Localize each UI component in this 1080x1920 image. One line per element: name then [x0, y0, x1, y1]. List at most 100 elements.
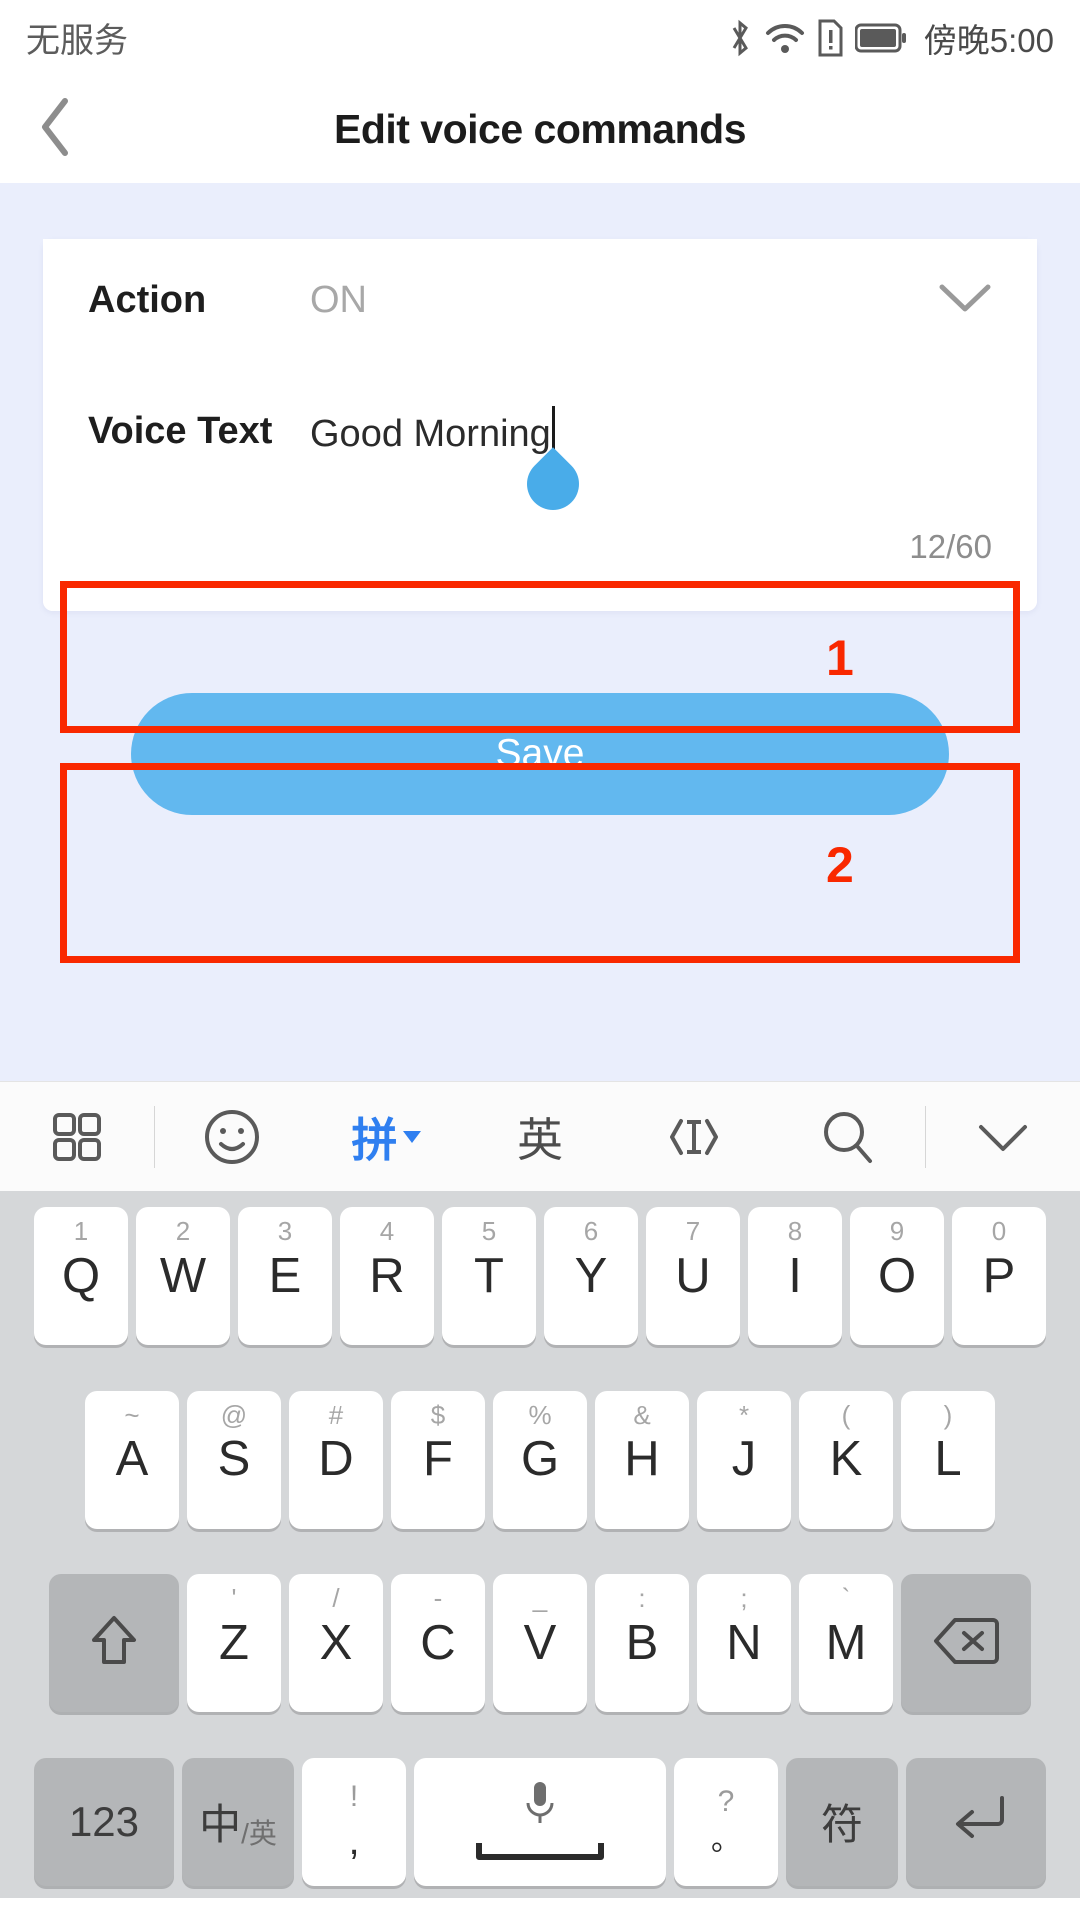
key-label: I	[788, 1248, 802, 1303]
key-q[interactable]: 1Q	[34, 1207, 128, 1345]
key-label: J	[731, 1432, 757, 1487]
language-sub-label: /英	[241, 1818, 277, 1850]
enter-key[interactable]	[906, 1757, 1046, 1886]
key-r[interactable]: 4R	[340, 1207, 434, 1345]
key-y[interactable]: 6Y	[544, 1207, 638, 1345]
symbols-key[interactable]: 符	[786, 1757, 898, 1886]
back-button[interactable]	[0, 75, 110, 183]
key-hint: 2	[175, 1216, 191, 1246]
backspace-icon	[933, 1616, 999, 1671]
key-label: K	[829, 1432, 863, 1487]
key-o[interactable]: 9O	[850, 1207, 944, 1345]
chevron-down-icon[interactable]	[938, 281, 992, 320]
space-key[interactable]	[414, 1757, 666, 1886]
sim-warning-icon	[817, 19, 844, 57]
key-n[interactable]: ; N	[697, 1574, 791, 1713]
key-k[interactable]: (K	[799, 1390, 893, 1529]
key-hint: :	[638, 1583, 646, 1614]
key-hint: 3	[277, 1216, 293, 1246]
key-p[interactable]: 0P	[952, 1207, 1046, 1345]
voice-text-input[interactable]: Good Morning	[310, 406, 992, 521]
key-h[interactable]: & H	[595, 1390, 689, 1529]
key-b[interactable]: :B	[595, 1574, 689, 1713]
key-l[interactable]: ) L	[901, 1390, 995, 1529]
key-label: E	[268, 1248, 302, 1303]
key-hint: 7	[685, 1216, 701, 1246]
key-e[interactable]: 3E	[238, 1207, 332, 1345]
english-mode-button[interactable]: 英	[463, 1082, 617, 1192]
shift-icon	[86, 1610, 142, 1677]
key-hint: $	[430, 1399, 446, 1430]
keyboard-row-3: ' Z / X -C _ V :B ; N ` M	[0, 1574, 1080, 1713]
language-toggle-key[interactable]: 中 /英	[182, 1757, 294, 1886]
key-label: Z	[219, 1615, 249, 1670]
key-z[interactable]: ' Z	[187, 1574, 281, 1713]
key-label: Y	[574, 1248, 608, 1303]
action-row[interactable]: Action ON	[43, 239, 1037, 361]
key-m[interactable]: ` M	[799, 1574, 893, 1713]
key-u[interactable]: 7U	[646, 1207, 740, 1345]
grid-icon[interactable]	[0, 1082, 154, 1192]
emoji-icon[interactable]	[155, 1082, 309, 1192]
microphone-icon[interactable]	[520, 1778, 560, 1835]
chevron-left-icon	[37, 97, 73, 162]
pinyin-mode-label: 拼	[351, 1113, 398, 1166]
text-caret	[516, 406, 590, 521]
content-area: Action ON Voice Text Good Morning 12/60 …	[0, 183, 1080, 1081]
english-mode-label: 英	[517, 1113, 563, 1166]
key-f[interactable]: $ F	[391, 1390, 485, 1529]
search-icon[interactable]	[771, 1082, 925, 1192]
key-label: P	[982, 1248, 1016, 1303]
text-selection-handle[interactable]	[516, 447, 590, 521]
key-hint: _	[532, 1583, 548, 1614]
nav-bar: Edit voice commands	[0, 75, 1080, 183]
key-hint: ~	[124, 1399, 140, 1430]
keyboard-row-1: 1Q 2W 3E 4R 5T 6Y 7U 8I 9O 0P	[0, 1207, 1080, 1345]
key-d[interactable]: # D	[289, 1390, 383, 1529]
language-main-label: 中	[199, 1801, 242, 1849]
backspace-key[interactable]	[901, 1574, 1031, 1713]
key-t[interactable]: 5T	[442, 1207, 536, 1345]
key-j[interactable]: * J	[697, 1390, 791, 1529]
key-label: M	[825, 1615, 867, 1670]
key-i[interactable]: 8I	[748, 1207, 842, 1345]
key-label: R	[369, 1248, 405, 1303]
key-label: S	[217, 1432, 251, 1487]
bluetooth-icon	[727, 19, 753, 57]
key-hint: 9	[889, 1216, 905, 1246]
collapse-keyboard-icon[interactable]	[926, 1082, 1080, 1192]
key-c[interactable]: -C	[391, 1574, 485, 1713]
cursor-move-icon[interactable]	[617, 1082, 771, 1192]
key-a[interactable]: ~ A	[85, 1390, 179, 1529]
key-label: T	[474, 1248, 504, 1303]
key-hint: ;	[740, 1583, 748, 1614]
chevron-down-icon	[402, 1130, 421, 1143]
pinyin-mode-button[interactable]: 拼	[309, 1082, 463, 1192]
status-icons: 傍晚5:00	[727, 14, 1054, 62]
action-value: ON	[310, 278, 367, 321]
battery-icon	[854, 23, 907, 53]
key-hint: 4	[379, 1216, 395, 1246]
carrier-label: 无服务	[26, 22, 128, 60]
key-label: H	[624, 1432, 660, 1487]
voice-text-row[interactable]: Voice Text Good Morning	[43, 361, 1037, 521]
shift-key[interactable]	[49, 1574, 179, 1713]
virtual-keyboard: 1Q 2W 3E 4R 5T 6Y 7U 8I 9O 0P ~ A @ S # D $…	[0, 1191, 1080, 1898]
key-v[interactable]: _ V	[493, 1574, 587, 1713]
key-hint: 6	[583, 1216, 599, 1246]
action-label: Action	[88, 278, 207, 321]
key-w[interactable]: 2W	[136, 1207, 230, 1345]
key-hint: 0	[991, 1216, 1007, 1246]
numeric-label: 123	[68, 1797, 140, 1845]
key-s[interactable]: @ S	[187, 1390, 281, 1529]
period-key[interactable]: ? 。	[674, 1757, 778, 1886]
numeric-key[interactable]: 123	[34, 1757, 174, 1886]
key-hint: %	[528, 1399, 552, 1430]
comma-key[interactable]: ! ,	[302, 1757, 406, 1886]
key-label: G	[520, 1432, 560, 1487]
save-button[interactable]: Save	[131, 693, 949, 815]
key-x[interactable]: / X	[289, 1574, 383, 1713]
key-g[interactable]: % G	[493, 1390, 587, 1529]
page-title: Edit voice commands	[333, 105, 747, 152]
key-label: O	[877, 1248, 917, 1303]
